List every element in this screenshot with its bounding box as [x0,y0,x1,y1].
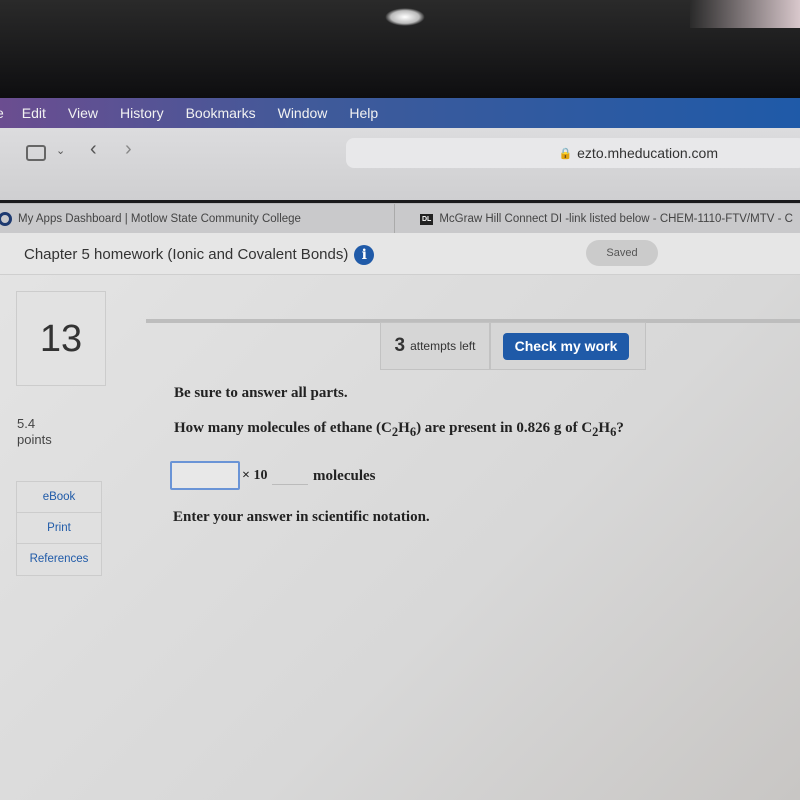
lock-icon: 🔒 [558,147,573,160]
question-number: 13 [16,291,106,386]
menu-view[interactable]: View [68,105,98,121]
chevron-down-icon[interactable]: ⌄ [56,144,65,157]
check-container: Check my work [490,322,646,370]
saved-status-badge: Saved [586,240,658,266]
tab-favicon-icon [0,212,12,226]
points-label: points [17,432,52,447]
menu-history[interactable]: History [120,105,164,121]
resource-links: eBook Print References [16,481,102,576]
points: 5.4 points [17,416,52,448]
times-ten-label: × 10 [242,468,268,483]
question-text: How many molecules of ethane (C2H6) are … [174,420,624,440]
lamp-reflection [385,8,425,26]
menu-help[interactable]: Help [349,105,378,121]
back-icon[interactable]: ‹ [90,138,97,161]
ebook-link[interactable]: eBook [17,482,101,513]
page-title: Chapter 5 homework (Ionic and Covalent B… [24,245,375,265]
instruction: Be sure to answer all parts. [174,385,348,401]
title-text: Chapter 5 homework (Ionic and Covalent B… [24,245,349,263]
coefficient-input[interactable] [170,461,240,490]
q-part: How many molecules of ethane (C [174,420,392,436]
q-part: H [598,420,611,436]
attempts-left: 3 attempts left [380,322,490,370]
q-part: ? [616,420,624,436]
exponent-input[interactable] [272,461,308,485]
tab-connect[interactable]: DL McGraw Hill Connect DI -link listed be… [420,204,793,234]
url-text: ezto.mheducation.com [577,145,718,161]
tab-favicon-icon: DL [420,213,434,225]
attempts-count: 3 [394,335,406,356]
info-icon[interactable]: i [354,245,375,265]
menu-bar: e Edit View History Bookmarks Window Hel… [0,98,800,128]
address-bar[interactable]: 🔒 ezto.mheducation.com [346,138,800,168]
forward-icon[interactable]: › [125,138,132,161]
tab-bar: My Apps Dashboard | Motlow State Communi… [0,203,800,234]
screen-bezel [0,0,800,98]
assignment-page: Chapter 5 homework (Ionic and Covalent B… [0,233,800,800]
assignment-header: Chapter 5 homework (Ionic and Covalent B… [0,233,800,275]
tab-label: McGraw Hill Connect DI -link listed belo… [439,213,793,225]
tab-my-apps[interactable]: My Apps Dashboard | Motlow State Communi… [0,204,395,234]
menu-window[interactable]: Window [278,105,328,121]
sidebar-toggle-icon[interactable] [26,145,46,161]
glow [690,0,800,28]
q-part: ) are present in 0.826 g of C [416,420,593,436]
menu-partial: e [0,105,4,121]
browser-toolbar: ⌄ ‹ › 🔒 ezto.mheducation.com [0,128,800,200]
attempts-label: attempts left [410,339,476,353]
menu-edit[interactable]: Edit [22,105,46,121]
q-part: H [398,420,410,436]
check-my-work-button[interactable]: Check my work [503,333,629,360]
references-link[interactable]: References [17,544,101,575]
hint-text: Enter your answer in scientific notation… [173,509,430,525]
points-value: 5.4 [17,416,36,431]
tab-label: My Apps Dashboard | Motlow State Communi… [18,213,301,225]
unit-label: molecules [313,468,376,484]
print-link[interactable]: Print [17,513,101,544]
menu-bookmarks[interactable]: Bookmarks [186,105,256,121]
